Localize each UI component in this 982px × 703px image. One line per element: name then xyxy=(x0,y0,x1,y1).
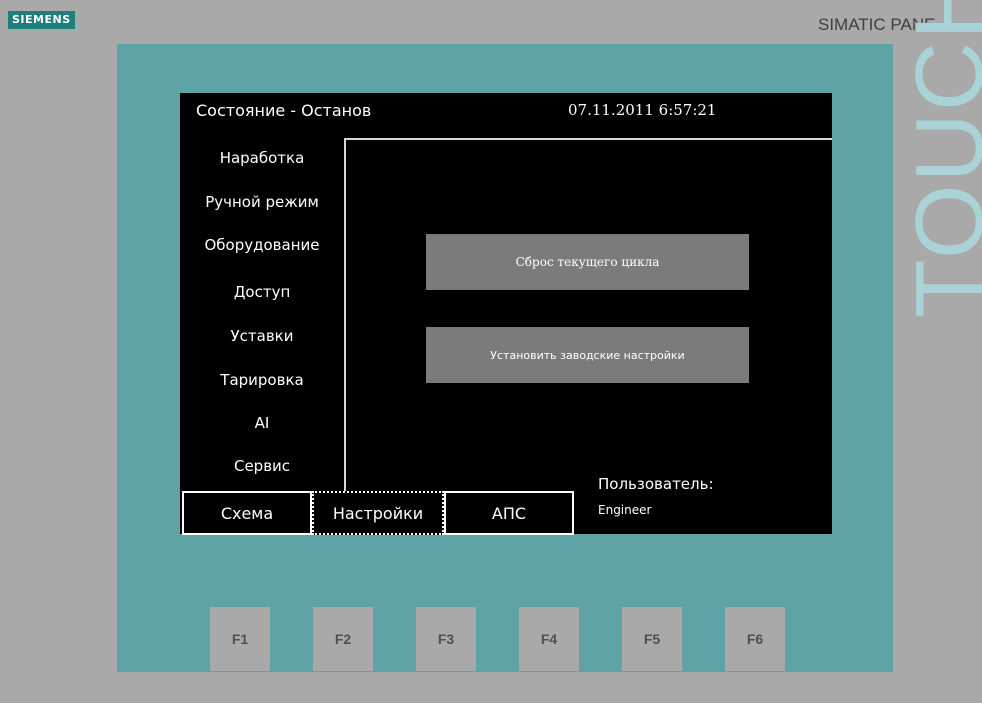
touch-label: TOUCH xyxy=(896,0,982,318)
menu-item-ai[interactable]: AI xyxy=(180,414,344,432)
menu-item-manual-mode[interactable]: Ручной режим xyxy=(180,193,344,211)
f5-key[interactable]: F5 xyxy=(622,607,682,671)
f1-key[interactable]: F1 xyxy=(210,607,270,671)
tab-scheme[interactable]: Схема xyxy=(182,491,312,535)
hmi-screen: Состояние - Останов 07.11.2011 6:57:21 Н… xyxy=(180,93,832,535)
user-name: Engineer xyxy=(598,503,652,517)
factory-settings-button[interactable]: Установить заводские настройки xyxy=(426,327,749,383)
f3-key[interactable]: F3 xyxy=(416,607,476,671)
siemens-logo: SIEMENS xyxy=(8,11,75,29)
menu-item-operating-hours[interactable]: Наработка xyxy=(180,149,344,167)
datetime-display: 07.11.2011 6:57:21 xyxy=(568,101,717,119)
reset-cycle-button[interactable]: Сброс текущего цикла xyxy=(426,234,749,290)
menu-item-service[interactable]: Сервис xyxy=(180,457,344,475)
f4-key[interactable]: F4 xyxy=(519,607,579,671)
f6-key[interactable]: F6 xyxy=(725,607,785,671)
menu-item-access[interactable]: Доступ xyxy=(180,283,344,301)
f2-key[interactable]: F2 xyxy=(313,607,373,671)
menu-item-calibration[interactable]: Тарировка xyxy=(180,371,344,389)
status-text: Состояние - Останов xyxy=(196,101,372,120)
tab-settings[interactable]: Настройки xyxy=(312,491,444,535)
tab-aps[interactable]: АПС xyxy=(444,491,574,535)
user-label: Пользователь: xyxy=(598,475,714,493)
menu-item-equipment[interactable]: Оборудование xyxy=(180,236,344,254)
menu-item-setpoints[interactable]: Уставки xyxy=(180,327,344,345)
